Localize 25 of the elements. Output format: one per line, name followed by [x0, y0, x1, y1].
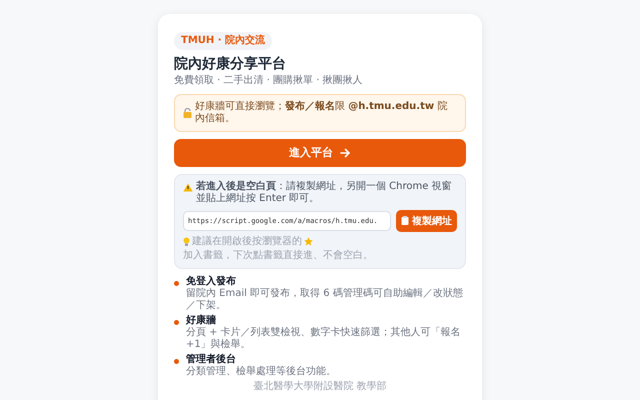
arrow-right-icon: [340, 148, 351, 158]
bullet-icon: [174, 280, 179, 286]
lightbulb-icon: [183, 237, 190, 246]
bullet-icon: [174, 320, 179, 325]
subtitle: 免費領取 · 二手出清 · 團購揪單 · 揪團揪人: [174, 74, 364, 87]
warning-icon: [183, 182, 193, 192]
tip-text: 建議在開啟後按瀏覽器的: [192, 236, 302, 248]
bullet-icon: [174, 358, 179, 364]
feature-description: 分頁 + 卡片／列表雙檢視、數字卡快速篩選；其他人可「報名 +1」與檢舉。: [186, 326, 462, 351]
notice-text: 好康牆可直接瀏覽；發布／報名限 @h.tmu.edu.tw 院內信箱。: [195, 100, 448, 125]
footer-text: 臺北醫學大學附設醫院 教學部: [252, 380, 388, 393]
feature-title: 免登入發布: [186, 276, 237, 288]
feature-title: 好康牆: [186, 314, 217, 327]
tag-badge: TMUH · 院內交流: [174, 32, 272, 50]
feature-title: 管理者後台: [186, 354, 237, 366]
lock-icon: [183, 108, 192, 118]
help-text: 若進入後是空白頁：請複製網址，另開一個 Chrome 視窗並貼上網址按 Enter 即可。: [196, 180, 453, 205]
feature-description: 分類管理、檢舉處理等後台功能。: [186, 366, 336, 378]
feature-description: 留院內 Email 即可發布，取得 6 碼管理碼可自助編輯／改狀態／下架。: [186, 288, 464, 312]
tip-text: 加入書籤，下次點書籤直接進、不會空白。: [183, 250, 373, 262]
enter-platform-button[interactable]: 進入平台: [174, 138, 466, 167]
clipboard-icon: [401, 216, 409, 226]
star-icon: [304, 237, 313, 246]
copy-url-button[interactable]: 複製網址: [396, 210, 457, 232]
page-title: 院內好康分享平台: [174, 56, 287, 73]
